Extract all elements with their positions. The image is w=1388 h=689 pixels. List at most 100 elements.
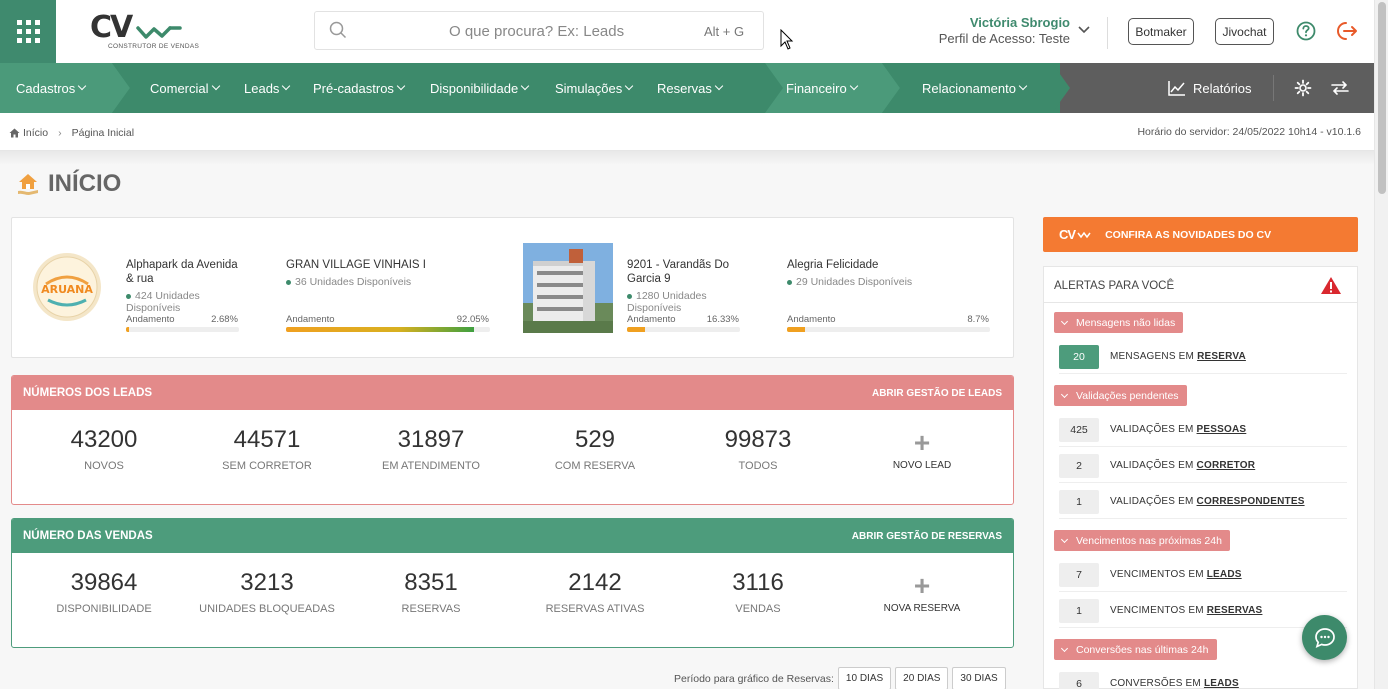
chat-bubble-icon bbox=[1314, 627, 1335, 648]
logout-icon[interactable] bbox=[1337, 20, 1359, 42]
alert-link[interactable]: PESSOAS bbox=[1197, 424, 1247, 435]
project-name[interactable]: 9201 - Varandãs Do Garcia 9 bbox=[627, 258, 747, 286]
alert-text-prefix: MENSAGENS EM bbox=[1110, 351, 1195, 362]
stat-com-reserva[interactable]: 529 COM RESERVA bbox=[520, 426, 670, 472]
alert-row[interactable]: 20 MENSAGENS EM RESERVA bbox=[1059, 340, 1347, 374]
progress-bar bbox=[286, 327, 490, 332]
new-lead-button[interactable]: + NOVO LEAD bbox=[862, 429, 982, 472]
gear-icon[interactable] bbox=[1294, 79, 1312, 97]
nav-comercial[interactable]: Comercial bbox=[150, 63, 220, 113]
chevron-down-icon bbox=[78, 81, 87, 91]
stat-todos[interactable]: 99873 TODOS bbox=[683, 426, 833, 472]
nav-label: Pré-cadastros bbox=[313, 80, 394, 96]
alert-link[interactable]: LEADS bbox=[1204, 678, 1239, 689]
open-leads-link[interactable]: ABRIR GESTÃO DE LEADS bbox=[872, 388, 1002, 399]
chat-button[interactable] bbox=[1302, 615, 1347, 660]
chevron-down-icon[interactable] bbox=[1078, 26, 1090, 34]
stat-reservas[interactable]: 8351 RESERVAS bbox=[356, 569, 506, 615]
nav-label: Cadastros bbox=[16, 80, 76, 96]
alert-row[interactable]: 6 CONVERSÕES EM LEADS bbox=[1059, 667, 1347, 689]
alert-count: 425 bbox=[1059, 417, 1099, 442]
project-image[interactable]: ARUANA bbox=[32, 252, 102, 322]
alert-row[interactable]: 1 VENCIMENTOS EM RESERVAS bbox=[1059, 594, 1347, 628]
alert-row[interactable]: 7 VENCIMENTOS EM LEADS bbox=[1059, 558, 1347, 592]
main-navigation: Cadastros Comercial Leads Pré-cadastros … bbox=[0, 63, 1374, 113]
stat-disponibilidade[interactable]: 39864 DISPONIBILIDADE bbox=[29, 569, 179, 615]
open-reservas-link[interactable]: ABRIR GESTÃO DE RESERVAS bbox=[852, 531, 1002, 542]
progress-value: 92.05% bbox=[456, 314, 489, 325]
divider bbox=[1044, 302, 1357, 303]
logo-wave-icon bbox=[136, 26, 182, 39]
nav-disponibilidade[interactable]: Disponibilidade bbox=[430, 63, 530, 113]
project-name[interactable]: Alegria Felicidade bbox=[787, 258, 987, 272]
nav-pre-cadastros[interactable]: Pré-cadastros bbox=[313, 63, 406, 113]
alert-link[interactable]: RESERVA bbox=[1197, 351, 1246, 362]
chevron-down-icon bbox=[282, 81, 291, 91]
alert-group-vencimentos[interactable]: Vencimentos nas próximas 24h bbox=[1054, 530, 1230, 551]
nav-simulacoes[interactable]: Simulações bbox=[555, 63, 634, 113]
nav-label: Financeiro bbox=[786, 80, 847, 96]
cv-logo[interactable]: CV CONSTRUTOR DE VENDAS bbox=[88, 10, 199, 52]
alert-group-validacoes[interactable]: Validações pendentes bbox=[1054, 385, 1187, 406]
news-button[interactable]: CV CONFIRA AS NOVIDADES DO CV bbox=[1043, 217, 1358, 252]
nav-relatorios[interactable]: Relatórios bbox=[1168, 63, 1252, 113]
server-time: Horário do servidor: 24/05/2022 10h14 - … bbox=[1137, 126, 1361, 138]
nav-relacionamento[interactable]: Relacionamento bbox=[922, 63, 1028, 113]
user-profile: Perfil de Acesso: Teste bbox=[938, 31, 1070, 46]
alert-count: 7 bbox=[1059, 562, 1099, 587]
nav-financeiro[interactable]: Financeiro bbox=[786, 63, 858, 113]
alert-link[interactable]: LEADS bbox=[1207, 569, 1242, 580]
apps-menu-button[interactable] bbox=[0, 0, 56, 63]
alert-text-prefix: VENCIMENTOS EM bbox=[1110, 569, 1204, 580]
help-icon[interactable] bbox=[1296, 21, 1316, 41]
project-image[interactable] bbox=[523, 243, 613, 333]
period-20-days-button[interactable]: 20 DIAS bbox=[895, 667, 949, 689]
alert-row[interactable]: 1 VALIDAÇÕES EM CORRESPONDENTES bbox=[1059, 485, 1347, 519]
new-reserva-button[interactable]: + NOVA RESERVA bbox=[862, 572, 982, 615]
search-input[interactable]: O que procura? Ex: Leads bbox=[449, 23, 624, 40]
stat-novos[interactable]: 43200 NOVOS bbox=[29, 426, 179, 472]
divider bbox=[1107, 17, 1108, 49]
stat-sem-corretor[interactable]: 44571 SEM CORRETOR bbox=[192, 426, 342, 472]
nav-leads[interactable]: Leads bbox=[244, 63, 291, 113]
card-title: NÚMERO DAS VENDAS bbox=[23, 530, 153, 542]
alert-text: VENCIMENTOS EM RESERVAS bbox=[1110, 605, 1262, 616]
project-logo-text: ARUANA bbox=[41, 283, 93, 296]
nav-cadastros[interactable]: Cadastros bbox=[16, 63, 87, 113]
stat-vendas[interactable]: 3116 VENDAS bbox=[683, 569, 833, 615]
alert-row[interactable]: 425 VALIDAÇÕES EM PESSOAS bbox=[1059, 413, 1347, 447]
alert-link[interactable]: RESERVAS bbox=[1207, 605, 1263, 616]
card-title: NÚMEROS DOS LEADS bbox=[23, 387, 153, 399]
chevron-down-icon bbox=[1060, 644, 1069, 652]
page-scrollbar[interactable] bbox=[1374, 0, 1388, 689]
alert-link[interactable]: CORRETOR bbox=[1197, 460, 1256, 471]
alert-count: 20 bbox=[1059, 344, 1099, 369]
global-search[interactable]: O que procura? Ex: Leads Alt + G bbox=[314, 11, 764, 50]
nav-arrow-tip bbox=[1052, 63, 1070, 113]
jivochat-button[interactable]: Jivochat bbox=[1215, 18, 1274, 45]
nav-reservas[interactable]: Reservas bbox=[657, 63, 724, 113]
alert-text-prefix: VALIDAÇÕES EM bbox=[1110, 496, 1194, 507]
alert-group-conversoes[interactable]: Conversões nas últimas 24h bbox=[1054, 639, 1217, 660]
swap-icon[interactable] bbox=[1331, 80, 1349, 96]
new-lead-label: NOVO LEAD bbox=[892, 460, 952, 471]
period-30-days-button[interactable]: 30 DIAS bbox=[952, 667, 1006, 689]
project-units: 36 Unidades Disponíveis bbox=[286, 276, 486, 288]
breadcrumb-home[interactable]: Início bbox=[23, 127, 48, 139]
stat-em-atendimento[interactable]: 31897 EM ATENDIMENTO bbox=[356, 426, 506, 472]
period-10-days-button[interactable]: 10 DIAS bbox=[837, 667, 892, 689]
scrollbar-thumb[interactable] bbox=[1378, 2, 1386, 194]
nav-label: Relacionamento bbox=[922, 80, 1016, 96]
status-dot-icon bbox=[787, 279, 792, 285]
project-name[interactable]: GRAN VILLAGE VINHAIS I bbox=[286, 258, 486, 272]
divider bbox=[1273, 75, 1274, 101]
project-name[interactable]: Alphapark da Avenida & rua bbox=[126, 258, 246, 286]
botmaker-button[interactable]: Botmaker bbox=[1128, 18, 1194, 45]
alert-group-mensagens[interactable]: Mensagens não lidas bbox=[1054, 312, 1184, 333]
user-menu[interactable]: Victória Sbrogio Perfil de Acesso: Teste bbox=[920, 15, 1070, 46]
stat-reservas-ativas[interactable]: 2142 RESERVAS ATIVAS bbox=[520, 569, 670, 615]
progress-value: 8.7% bbox=[967, 314, 989, 325]
alert-link[interactable]: CORRESPONDENTES bbox=[1197, 496, 1305, 507]
stat-unidades-bloqueadas[interactable]: 3213 UNIDADES BLOQUEADAS bbox=[192, 569, 342, 615]
alert-row[interactable]: 2 VALIDAÇÕES EM CORRETOR bbox=[1059, 449, 1347, 483]
